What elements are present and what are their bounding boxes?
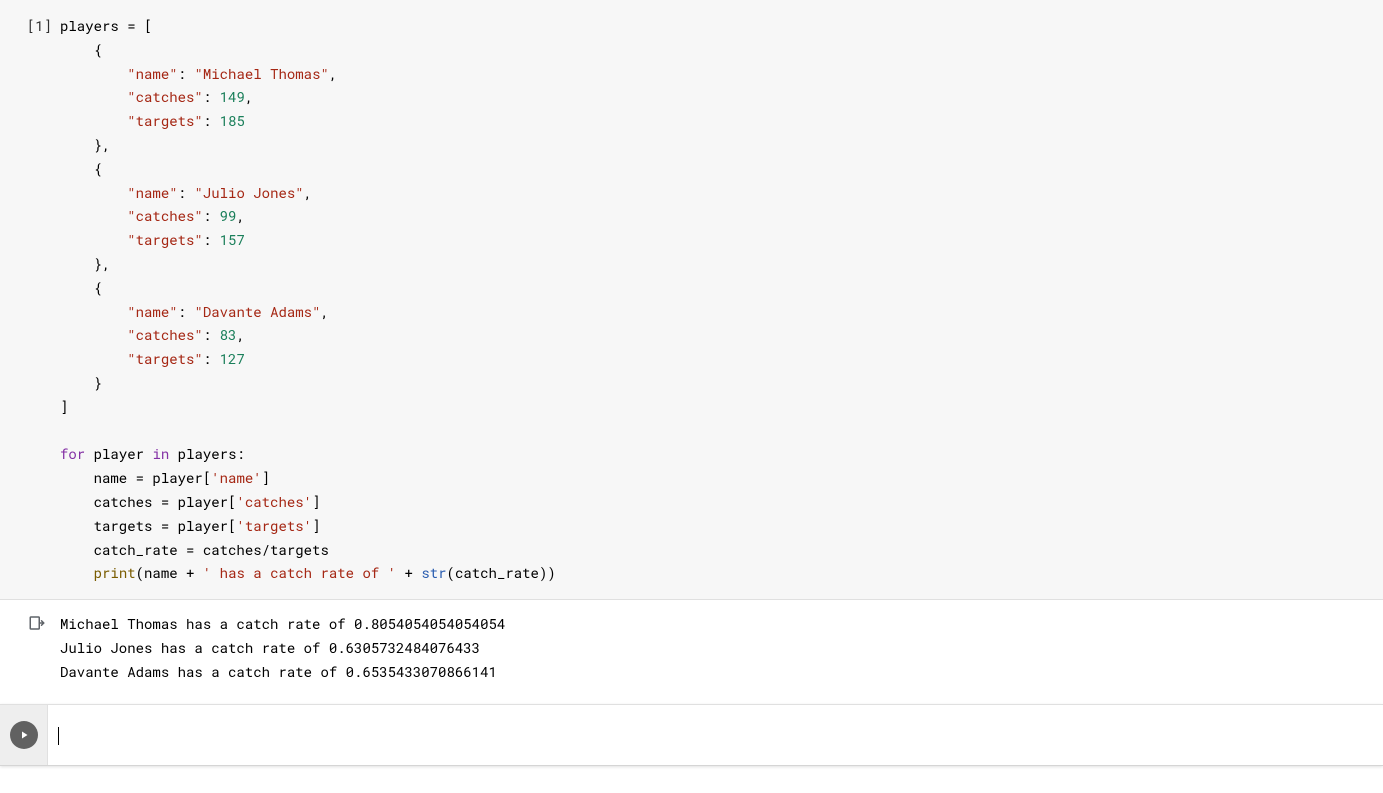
token-string: 'catches': [236, 492, 312, 511]
token-string: "name": [127, 183, 177, 202]
token-punct: :: [178, 302, 195, 321]
token-brace: },: [60, 135, 110, 154]
token-bracket: ]: [60, 397, 68, 416]
token-string: "Julio Jones": [194, 183, 303, 202]
token-punct: :: [203, 111, 220, 130]
output-line: Michael Thomas has a catch rate of 0.805…: [60, 614, 505, 633]
output-indicator-icon[interactable]: [0, 612, 60, 639]
token-punct: :: [203, 206, 220, 225]
token-brace: },: [60, 254, 110, 273]
token-number: 99: [220, 206, 237, 225]
token-brace: {: [60, 40, 102, 59]
token-keyword: in: [152, 444, 169, 463]
token-string: ' has a catch rate of ': [203, 563, 396, 582]
token-op: = [: [119, 16, 153, 35]
token-string: 'targets': [236, 516, 312, 535]
token-var: catch_rate: [455, 563, 539, 582]
code-line: name = player[: [60, 468, 211, 487]
token-number: 149: [220, 87, 245, 106]
output-line: Davante Adams has a catch rate of 0.6535…: [60, 662, 497, 681]
token-number: 127: [220, 349, 245, 368]
token-punct: :: [203, 87, 220, 106]
code-line: catches = player[: [60, 492, 236, 511]
notebook: [1] players = [ { "name": "Michael Thoma…: [0, 0, 1383, 766]
run-cell-button[interactable]: [0, 705, 48, 765]
stdout-text: Michael Thomas has a catch rate of 0.805…: [60, 612, 1383, 683]
token-punct: ,: [304, 183, 312, 202]
token-builtin: str: [421, 563, 446, 582]
code-line: catch_rate = catches/targets: [60, 540, 329, 559]
play-icon: [10, 721, 38, 749]
token-string: "catches": [127, 87, 203, 106]
token-string: "targets": [127, 349, 203, 368]
cell-output: Michael Thomas has a catch rate of 0.805…: [0, 612, 1383, 683]
cell-execution-count: [1]: [0, 0, 60, 599]
token-string: "Davante Adams": [194, 302, 320, 321]
token-bracket: ]: [312, 492, 320, 511]
token-string: "catches": [127, 325, 203, 344]
text-cursor: [58, 727, 59, 745]
token-op: +: [396, 563, 421, 582]
token-builtin: print: [94, 563, 136, 582]
token-bracket: ]: [312, 516, 320, 535]
token-punct: :: [178, 64, 195, 83]
token-string: "targets": [127, 230, 203, 249]
token-op: +: [178, 563, 203, 582]
token-string: "catches": [127, 206, 203, 225]
token-number: 83: [220, 325, 237, 344]
token-var: players:: [178, 444, 245, 463]
code-editor[interactable]: players = [ { "name": "Michael Thomas", …: [60, 0, 1383, 599]
token-punct: ,: [236, 325, 244, 344]
token-string: "targets": [127, 111, 203, 130]
token-bracket: ]: [262, 468, 270, 487]
token-paren: (: [447, 563, 455, 582]
token-punct: ,: [245, 87, 253, 106]
token-var: players: [60, 16, 119, 35]
token-brace: }: [60, 373, 102, 392]
indent: [60, 563, 94, 582]
token-string: "Michael Thomas": [194, 64, 328, 83]
output-line: Julio Jones has a catch rate of 0.630573…: [60, 638, 480, 657]
token-punct: :: [178, 183, 195, 202]
code-cell[interactable]: [1] players = [ { "name": "Michael Thoma…: [0, 0, 1383, 600]
token-keyword: for: [60, 444, 85, 463]
token-paren: (: [136, 563, 144, 582]
token-punct: ,: [329, 64, 337, 83]
token-number: 185: [220, 111, 245, 130]
token-string: 'name': [211, 468, 261, 487]
token-var: player: [94, 444, 144, 463]
token-paren: )): [539, 563, 556, 582]
token-punct: :: [203, 230, 220, 249]
empty-code-editor[interactable]: [48, 707, 1383, 763]
token-punct: ,: [320, 302, 328, 321]
token-punct: :: [203, 349, 220, 368]
token-number: 157: [220, 230, 245, 249]
token-brace: {: [60, 278, 102, 297]
token-punct: :: [203, 325, 220, 344]
token-string: "name": [127, 64, 177, 83]
token-var: name: [144, 563, 178, 582]
code-line: targets = player[: [60, 516, 236, 535]
token-brace: {: [60, 159, 102, 178]
token-string: "name": [127, 302, 177, 321]
token-punct: ,: [236, 206, 244, 225]
new-code-cell[interactable]: [0, 704, 1383, 766]
